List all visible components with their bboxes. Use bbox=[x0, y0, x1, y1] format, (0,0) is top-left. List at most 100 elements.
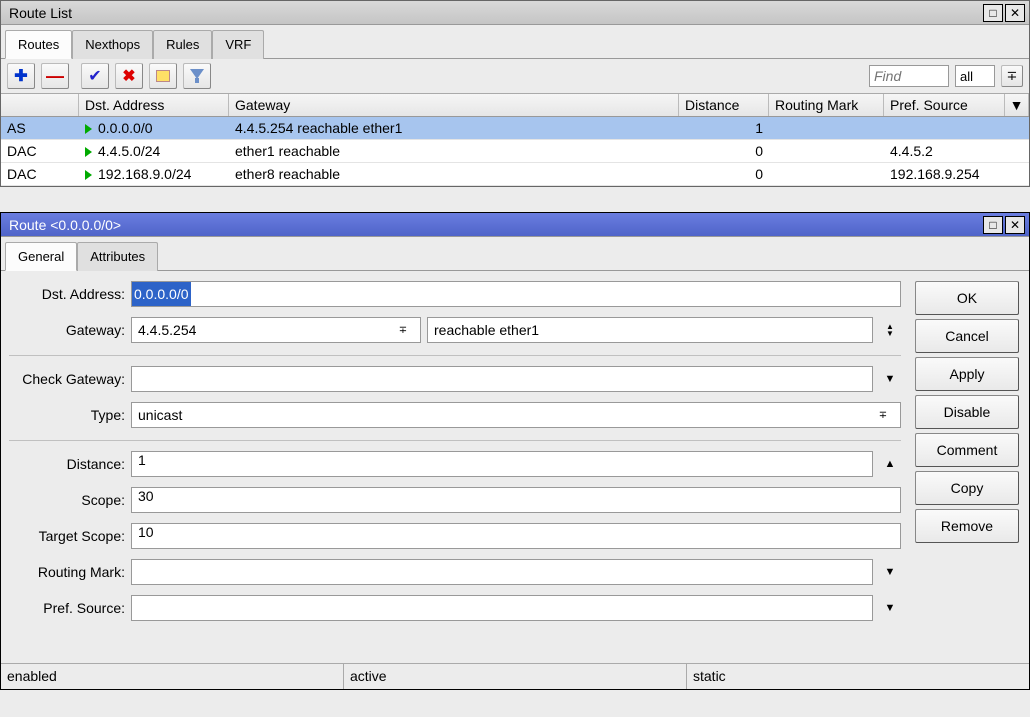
find-input[interactable] bbox=[869, 65, 949, 87]
scope-input[interactable]: 30 bbox=[131, 487, 901, 513]
col-pref-source[interactable]: Pref. Source bbox=[884, 94, 1005, 116]
active-icon bbox=[85, 170, 92, 180]
row-check-gateway: Check Gateway: ▼ bbox=[9, 366, 901, 392]
col-flags[interactable] bbox=[1, 94, 79, 116]
main-tabs: Routes Nexthops Rules VRF bbox=[1, 25, 1029, 59]
label-type: Type: bbox=[9, 407, 131, 423]
cell-distance: 0 bbox=[679, 163, 769, 185]
pref-source-input[interactable] bbox=[131, 595, 873, 621]
window-close-button[interactable]: ✕ bbox=[1005, 4, 1025, 22]
gateway-dropdown-icon: ∓ bbox=[392, 317, 414, 343]
cell-routing-mark bbox=[769, 117, 884, 139]
filter-button[interactable] bbox=[183, 63, 211, 89]
plus-icon: ✚ bbox=[14, 66, 27, 86]
row-distance: Distance: 1 ▲ bbox=[9, 451, 901, 477]
status-bar: enabled active static bbox=[1, 663, 1029, 689]
target-scope-input[interactable]: 10 bbox=[131, 523, 901, 549]
cell-pref-source: 192.168.9.254 bbox=[884, 163, 1005, 185]
window-title: Route List bbox=[5, 5, 981, 21]
detail-tabs: General Attributes bbox=[1, 237, 1029, 271]
table-row[interactable]: DAC192.168.9.0/24ether8 reachable0 192.16… bbox=[1, 163, 1029, 186]
disable-button-detail[interactable]: Disable bbox=[915, 395, 1019, 429]
filter-dropdown-arrow[interactable]: ∓ bbox=[1001, 65, 1023, 87]
label-scope: Scope: bbox=[9, 492, 131, 508]
x-icon: ✖ bbox=[122, 66, 135, 86]
detail-close-button[interactable]: ✕ bbox=[1005, 216, 1025, 234]
note-icon bbox=[156, 70, 170, 82]
separator-1 bbox=[9, 355, 901, 356]
dst-address-input[interactable]: 0.0.0.0/0 bbox=[131, 281, 901, 307]
filter-dropdown[interactable]: all bbox=[955, 65, 995, 87]
row-gateway: Gateway: 4.4.5.254∓ reachable ether1 ▲▼ bbox=[9, 317, 901, 343]
cell-gateway: ether8 reachable bbox=[229, 163, 679, 185]
row-scope: Scope: 30 bbox=[9, 487, 901, 513]
detail-form: Dst. Address: 0.0.0.0/0 Gateway: 4.4.5.2… bbox=[1, 271, 909, 689]
remove-button[interactable]: — bbox=[41, 63, 69, 89]
comment-button-detail[interactable]: Comment bbox=[915, 433, 1019, 467]
tab-routes[interactable]: Routes bbox=[5, 30, 72, 59]
label-target-scope: Target Scope: bbox=[9, 528, 131, 544]
cell-pref-source: 4.4.5.2 bbox=[884, 140, 1005, 162]
check-gateway-input[interactable] bbox=[131, 366, 873, 392]
cell-gateway: ether1 reachable bbox=[229, 140, 679, 162]
cell-routing-mark bbox=[769, 140, 884, 162]
tab-rules[interactable]: Rules bbox=[153, 30, 212, 59]
row-routing-mark: Routing Mark: ▼ bbox=[9, 559, 901, 585]
routing-mark-input[interactable] bbox=[131, 559, 873, 585]
cell-flags: DAC bbox=[1, 163, 79, 185]
tab-nexthops[interactable]: Nexthops bbox=[72, 30, 153, 59]
route-list-window: Route List □ ✕ Routes Nexthops Rules VRF… bbox=[0, 0, 1030, 187]
cancel-button[interactable]: Cancel bbox=[915, 319, 1019, 353]
titlebar-route-detail[interactable]: Route <0.0.0.0/0> □ ✕ bbox=[1, 213, 1029, 237]
check-icon: ✔ bbox=[88, 66, 101, 86]
window-maximize-button[interactable]: □ bbox=[983, 4, 1003, 22]
row-type: Type: unicast∓ bbox=[9, 402, 901, 428]
gateway-input[interactable]: 4.4.5.254∓ bbox=[131, 317, 421, 343]
tab-attributes[interactable]: Attributes bbox=[77, 242, 158, 271]
distance-input[interactable]: 1 bbox=[131, 451, 873, 477]
cell-gateway: 4.4.5.254 reachable ether1 bbox=[229, 117, 679, 139]
cell-distance: 1 bbox=[679, 117, 769, 139]
detail-maximize-button[interactable]: □ bbox=[983, 216, 1003, 234]
table-row[interactable]: AS0.0.0.0/04.4.5.254 reachable ether11 bbox=[1, 117, 1029, 140]
table-body: AS0.0.0.0/04.4.5.254 reachable ether11DA… bbox=[1, 117, 1029, 186]
active-icon bbox=[85, 124, 92, 134]
enable-button[interactable]: ✔ bbox=[81, 63, 109, 89]
tab-general[interactable]: General bbox=[5, 242, 77, 271]
funnel-icon bbox=[190, 69, 204, 83]
comment-button[interactable] bbox=[149, 63, 177, 89]
detail-buttons: OK Cancel Apply Disable Comment Copy Rem… bbox=[909, 271, 1029, 689]
col-gateway[interactable]: Gateway bbox=[229, 94, 679, 116]
label-distance: Distance: bbox=[9, 456, 131, 472]
col-dst-address[interactable]: Dst. Address bbox=[79, 94, 229, 116]
detail-body: Dst. Address: 0.0.0.0/0 Gateway: 4.4.5.2… bbox=[1, 271, 1029, 689]
pref-source-dropdown-button[interactable]: ▼ bbox=[879, 595, 901, 621]
col-routing-mark[interactable]: Routing Mark bbox=[769, 94, 884, 116]
distance-collapse-button[interactable]: ▲ bbox=[879, 451, 901, 477]
remove-button-detail[interactable]: Remove bbox=[915, 509, 1019, 543]
tab-vrf[interactable]: VRF bbox=[212, 30, 264, 59]
row-pref-source: Pref. Source: ▼ bbox=[9, 595, 901, 621]
cell-dst: 0.0.0.0/0 bbox=[79, 117, 229, 139]
apply-button[interactable]: Apply bbox=[915, 357, 1019, 391]
table-row[interactable]: DAC4.4.5.0/24ether1 reachable04.4.5.2 bbox=[1, 140, 1029, 163]
col-menu-button[interactable]: ▼ bbox=[1005, 94, 1029, 116]
cell-flags: AS bbox=[1, 117, 79, 139]
label-pref-source: Pref. Source: bbox=[9, 600, 131, 616]
ok-button[interactable]: OK bbox=[915, 281, 1019, 315]
row-dst-address: Dst. Address: 0.0.0.0/0 bbox=[9, 281, 901, 307]
table-header: Dst. Address Gateway Distance Routing Ma… bbox=[1, 94, 1029, 117]
disable-button[interactable]: ✖ bbox=[115, 63, 143, 89]
label-gateway: Gateway: bbox=[9, 322, 131, 338]
add-button[interactable]: ✚ bbox=[7, 63, 35, 89]
gateway-updown-button[interactable]: ▲▼ bbox=[879, 317, 901, 343]
titlebar-route-list[interactable]: Route List □ ✕ bbox=[1, 1, 1029, 25]
type-input[interactable]: unicast∓ bbox=[131, 402, 901, 428]
cell-dst: 192.168.9.0/24 bbox=[79, 163, 229, 185]
copy-button[interactable]: Copy bbox=[915, 471, 1019, 505]
check-gateway-dropdown-button[interactable]: ▼ bbox=[879, 366, 901, 392]
separator-2 bbox=[9, 440, 901, 441]
routing-mark-dropdown-button[interactable]: ▼ bbox=[879, 559, 901, 585]
col-distance[interactable]: Distance bbox=[679, 94, 769, 116]
status-active: active bbox=[344, 664, 687, 689]
